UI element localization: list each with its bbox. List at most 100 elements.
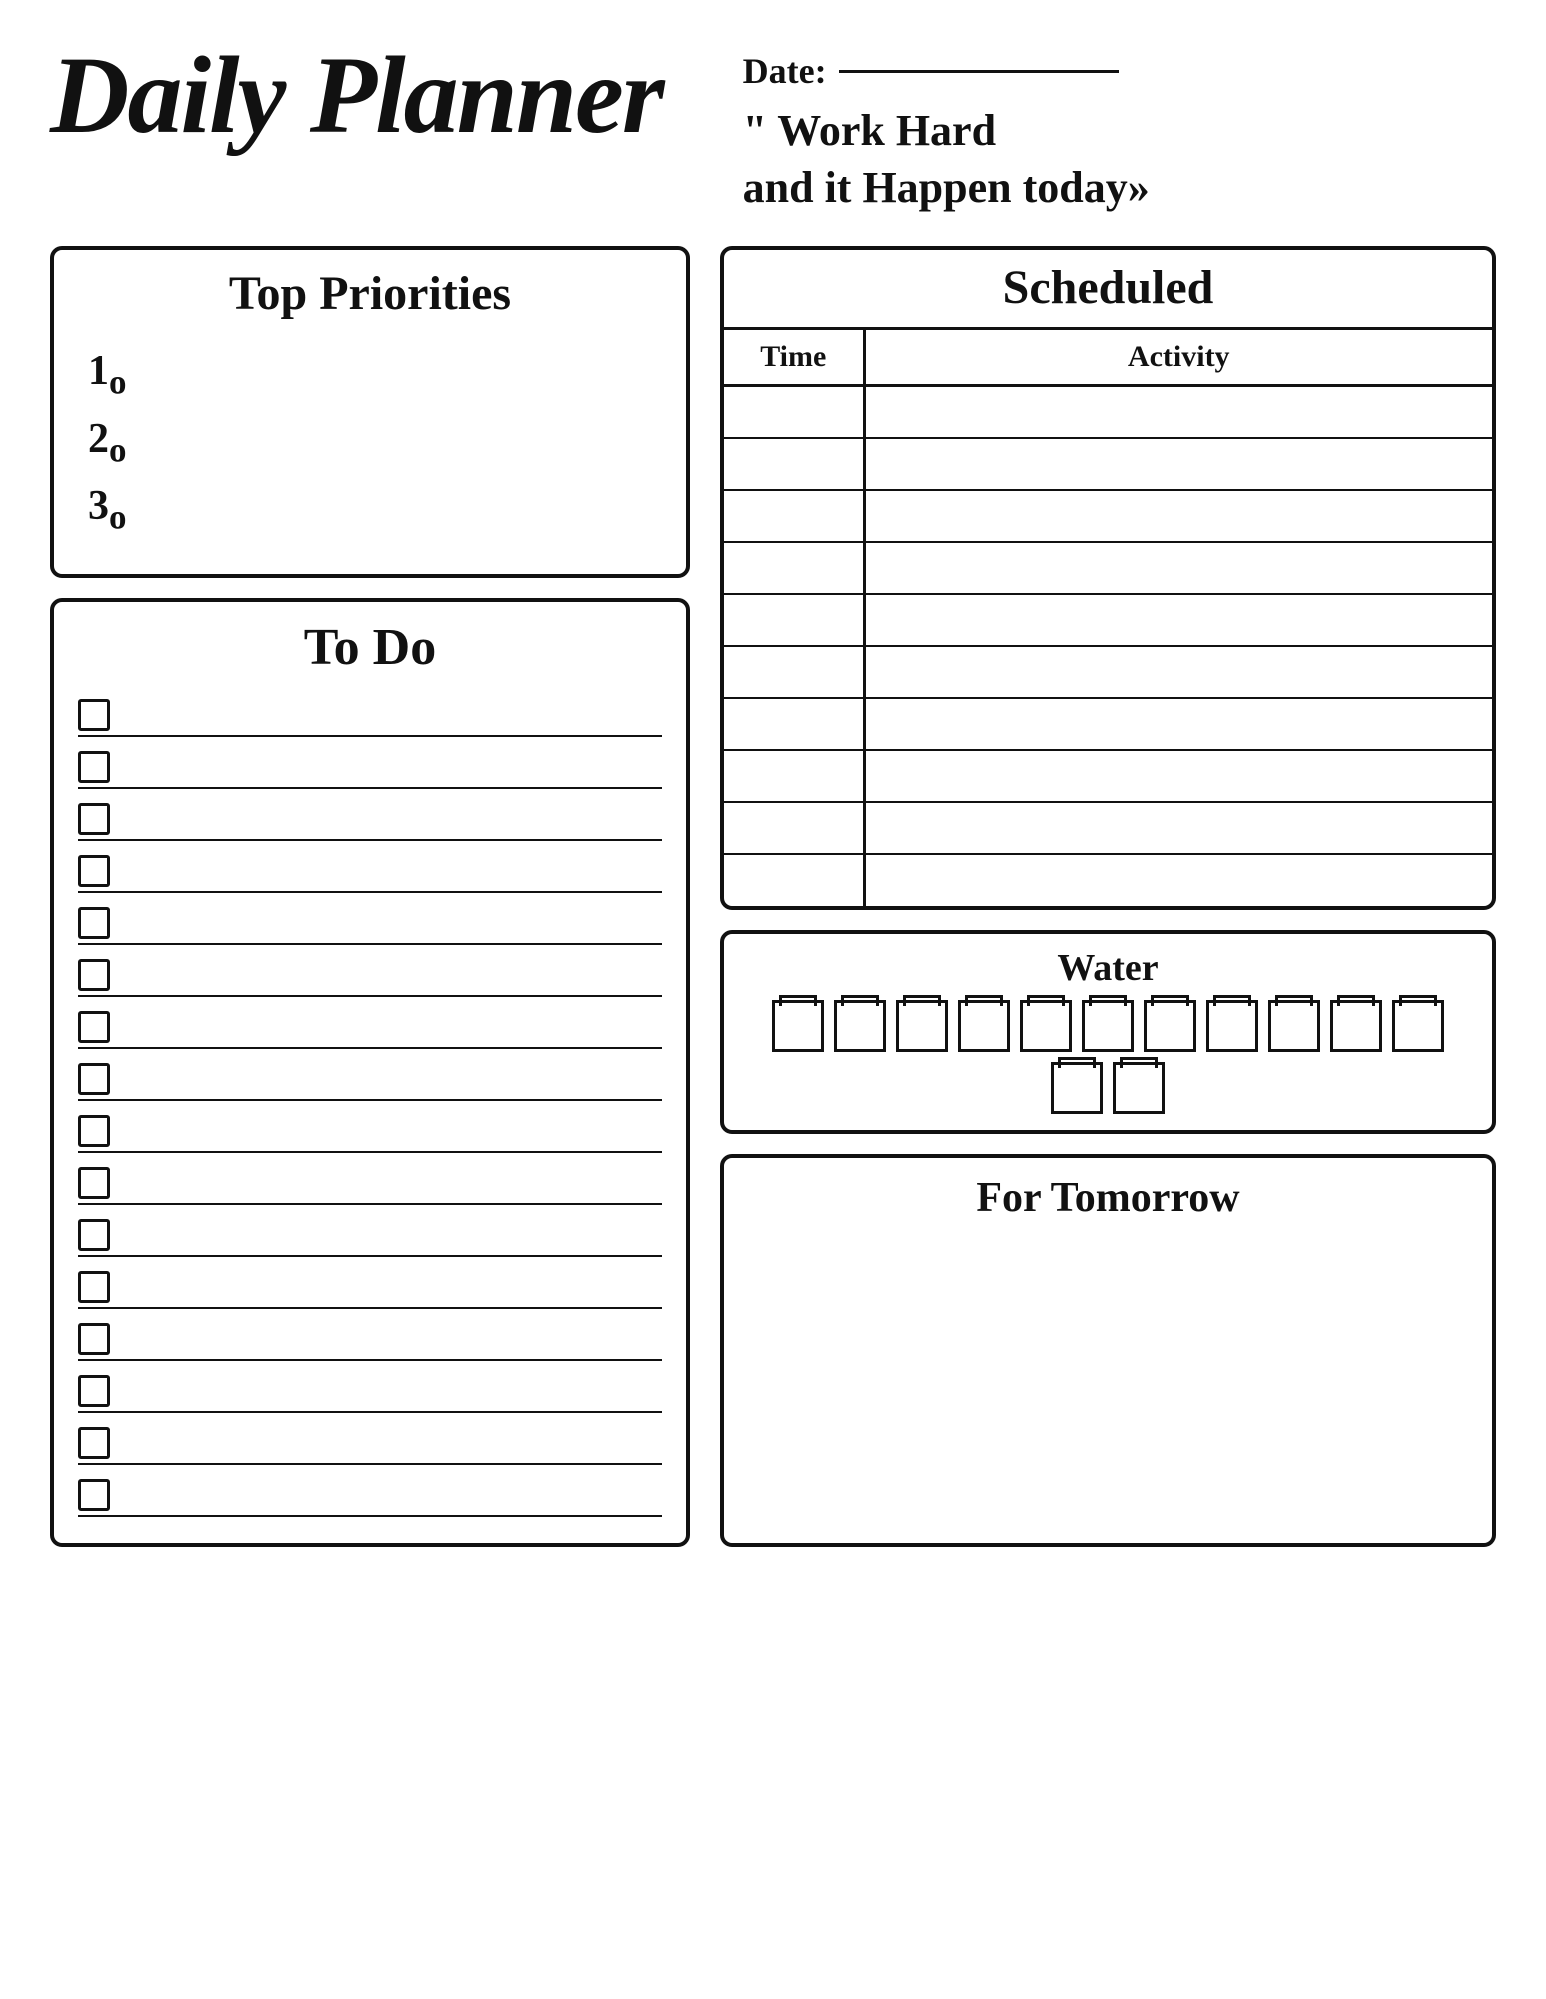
water-cup-1[interactable] — [772, 1000, 824, 1052]
page-title: Daily Planner — [50, 40, 663, 150]
date-label: Date: — [743, 50, 827, 92]
activity-cell[interactable] — [864, 594, 1492, 646]
scheduled-title: Scheduled — [724, 250, 1492, 330]
todo-item[interactable] — [78, 691, 662, 737]
activity-cell[interactable] — [864, 750, 1492, 802]
todo-checkbox[interactable] — [78, 1323, 110, 1355]
water-section: Water — [720, 930, 1496, 1134]
time-col-header: Time — [724, 330, 864, 386]
header: Daily Planner Date: " Work Hard and it H… — [50, 40, 1496, 216]
todo-checkbox[interactable] — [78, 751, 110, 783]
todo-checkbox[interactable] — [78, 907, 110, 939]
time-cell[interactable] — [724, 594, 864, 646]
priority-item-1[interactable]: 1o — [78, 341, 662, 408]
activity-cell[interactable] — [864, 490, 1492, 542]
todo-item[interactable] — [78, 1263, 662, 1309]
water-cup-11[interactable] — [1392, 1000, 1444, 1052]
priorities-section: Top Priorities 1o 2o 3o — [50, 246, 690, 577]
todo-item[interactable] — [78, 743, 662, 789]
quote-text: " Work Hard and it Happen today» — [743, 102, 1150, 216]
todo-item[interactable] — [78, 1055, 662, 1101]
time-cell[interactable] — [724, 490, 864, 542]
water-cup-6[interactable] — [1082, 1000, 1134, 1052]
todo-checkbox[interactable] — [78, 1219, 110, 1251]
schedule-row[interactable] — [724, 698, 1492, 750]
todo-checkbox[interactable] — [78, 699, 110, 731]
activity-cell[interactable] — [864, 386, 1492, 438]
todo-item[interactable] — [78, 1211, 662, 1257]
todo-item[interactable] — [78, 1367, 662, 1413]
todo-checkbox[interactable] — [78, 959, 110, 991]
activity-col-header: Activity — [864, 330, 1492, 386]
todo-item[interactable] — [78, 847, 662, 893]
date-underline[interactable] — [839, 70, 1119, 73]
todo-item[interactable] — [78, 1419, 662, 1465]
time-cell[interactable] — [724, 698, 864, 750]
water-cup-4[interactable] — [958, 1000, 1010, 1052]
todo-item[interactable] — [78, 1107, 662, 1153]
scheduled-table: Time Activity — [724, 330, 1492, 906]
schedule-row[interactable] — [724, 386, 1492, 438]
water-cup-10[interactable] — [1330, 1000, 1382, 1052]
schedule-row[interactable] — [724, 854, 1492, 906]
time-cell[interactable] — [724, 854, 864, 906]
todo-checkbox[interactable] — [78, 1479, 110, 1511]
time-cell[interactable] — [724, 646, 864, 698]
todo-checkbox[interactable] — [78, 1011, 110, 1043]
activity-cell[interactable] — [864, 542, 1492, 594]
date-line: Date: — [743, 50, 1119, 92]
water-cup-13[interactable] — [1113, 1062, 1165, 1114]
todo-item[interactable] — [78, 1315, 662, 1361]
todo-item[interactable] — [78, 1471, 662, 1517]
water-cup-2[interactable] — [834, 1000, 886, 1052]
main-content: Top Priorities 1o 2o 3o To Do — [50, 246, 1496, 1546]
schedule-row[interactable] — [724, 438, 1492, 490]
todo-item[interactable] — [78, 951, 662, 997]
activity-cell[interactable] — [864, 698, 1492, 750]
schedule-row[interactable] — [724, 542, 1492, 594]
todo-checkbox[interactable] — [78, 1167, 110, 1199]
todo-checkbox[interactable] — [78, 1271, 110, 1303]
water-cup-5[interactable] — [1020, 1000, 1072, 1052]
priority-item-3[interactable]: 3o — [78, 476, 662, 543]
todo-checkbox[interactable] — [78, 803, 110, 835]
time-cell[interactable] — [724, 542, 864, 594]
schedule-row[interactable] — [724, 594, 1492, 646]
priority-item-2[interactable]: 2o — [78, 409, 662, 476]
activity-cell[interactable] — [864, 438, 1492, 490]
todo-item[interactable] — [78, 1159, 662, 1205]
water-cup-3[interactable] — [896, 1000, 948, 1052]
time-cell[interactable] — [724, 802, 864, 854]
todo-checkbox[interactable] — [78, 855, 110, 887]
time-cell[interactable] — [724, 750, 864, 802]
schedule-row[interactable] — [724, 646, 1492, 698]
water-cup-7[interactable] — [1144, 1000, 1196, 1052]
priorities-title: Top Priorities — [78, 266, 662, 321]
todo-checkbox[interactable] — [78, 1427, 110, 1459]
right-header: Date: " Work Hard and it Happen today» — [743, 40, 1496, 216]
time-cell[interactable] — [724, 438, 864, 490]
todo-item[interactable] — [78, 899, 662, 945]
activity-cell[interactable] — [864, 854, 1492, 906]
activity-cell[interactable] — [864, 646, 1492, 698]
tomorrow-title: For Tomorrow — [748, 1174, 1468, 1222]
todo-checkbox[interactable] — [78, 1375, 110, 1407]
schedule-row[interactable] — [724, 490, 1492, 542]
time-cell[interactable] — [724, 386, 864, 438]
water-cup-8[interactable] — [1206, 1000, 1258, 1052]
tomorrow-open-space[interactable] — [748, 1232, 1468, 1432]
water-title: Water — [744, 946, 1472, 990]
water-cup-9[interactable] — [1268, 1000, 1320, 1052]
title-area: Daily Planner — [50, 40, 663, 150]
schedule-row[interactable] — [724, 802, 1492, 854]
scheduled-section: Scheduled Time Activity — [720, 246, 1496, 910]
todo-checkbox[interactable] — [78, 1063, 110, 1095]
schedule-row[interactable] — [724, 750, 1492, 802]
activity-cell[interactable] — [864, 802, 1492, 854]
water-cup-12[interactable] — [1051, 1062, 1103, 1114]
water-cups-container — [744, 1000, 1472, 1114]
tomorrow-section: For Tomorrow — [720, 1154, 1496, 1547]
todo-item[interactable] — [78, 1003, 662, 1049]
todo-checkbox[interactable] — [78, 1115, 110, 1147]
todo-item[interactable] — [78, 795, 662, 841]
